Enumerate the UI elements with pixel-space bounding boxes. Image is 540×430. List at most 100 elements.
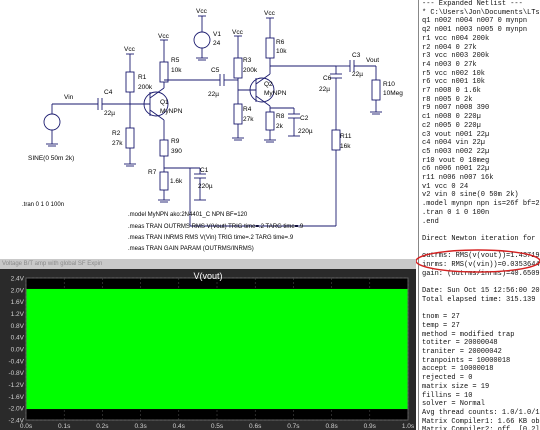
- x-tick-label: 0.0s: [20, 423, 33, 430]
- netlist-line: traniter = 20000042: [422, 348, 502, 357]
- netlist-line: q2 n001 n003 n005 0 mynpn: [422, 26, 528, 35]
- directive-tran[interactable]: .tran 0 1 0 100n: [22, 202, 64, 208]
- label-r10-value: 10Meg: [383, 90, 403, 97]
- label-r6: R6: [276, 39, 285, 46]
- label-r6-value: 10k: [276, 48, 287, 55]
- label-vcc-3: Vcc: [232, 29, 244, 36]
- label-c5-value: 22µ: [208, 91, 219, 98]
- label-r3-value: 200k: [243, 67, 258, 74]
- label-r10: R10: [383, 81, 395, 88]
- netlist-line: temp = 27: [422, 321, 460, 330]
- label-vcc-1: Vcc: [124, 46, 136, 53]
- directive-meas-gain[interactable]: .meas TRAN GAIN PARAM (OUTRMS/INRMS): [128, 246, 254, 252]
- label-c2-value: 220µ: [298, 128, 313, 135]
- netlist-line: [419, 305, 540, 314]
- netlist-line: [419, 278, 540, 287]
- netlist-line: --- Expanded Netlist ---: [422, 0, 523, 8]
- label-c6-value: 22µ: [319, 86, 330, 93]
- label-sine: SINE(0 50m 2k): [28, 155, 74, 162]
- label-r11-value: 16k: [340, 143, 351, 150]
- label-r3: R3: [243, 57, 252, 64]
- directive-model[interactable]: .model MyNPN ako:2N4401_C NPN BF=120: [128, 212, 248, 218]
- label-v1-value: 24: [213, 40, 221, 47]
- netlist-line: matrix size = 19: [422, 382, 490, 391]
- label-vcc-4: Vcc: [264, 10, 276, 17]
- netlist-line: outrms: RMS(v(vout))=1.43719 F: [422, 252, 540, 261]
- netlist-line: r5 vcc n002 10k: [422, 69, 486, 78]
- label-c3-value: 22µ: [352, 71, 363, 78]
- x-tick-label: 0.3s: [134, 423, 147, 430]
- label-q1: Q1: [160, 99, 169, 106]
- label-c2: C2: [300, 115, 309, 122]
- label-r1-value: 200k: [138, 84, 153, 91]
- netlist-line: accept = 10000018: [422, 365, 494, 374]
- netlist-line: r7 n008 0 1.6k: [422, 87, 481, 96]
- netlist-line: inrms: RMS(v(vin))=0.0353644 F: [422, 261, 540, 270]
- x-tick-label: 0.1s: [58, 423, 71, 430]
- x-tick-label: 0.5s: [211, 423, 224, 430]
- y-tick-label: -2.0V: [8, 406, 24, 413]
- netlist-line: Matrix Compiler2: off [0.2]/0: [419, 426, 540, 430]
- netlist-line: Direct Newton iteration for .o: [422, 234, 540, 243]
- label-c6: C6: [323, 75, 332, 82]
- netlist-line: v2 vin 0 sine(0 50m 2k): [422, 191, 519, 200]
- netlist-line: Date: Sun Oct 15 12:56:00 2023: [422, 287, 540, 296]
- netlist-line: Matrix Compiler1: 1.66 KB obje: [422, 417, 540, 426]
- label-r8: R8: [276, 113, 285, 120]
- waveform-window[interactable]: 2.4V 2.0V 1.6V 1.2V 0.8V 0.4V 0.0V -0.4V -0.8V -1…: [0, 259, 416, 430]
- directive-meas-outrms[interactable]: .meas TRAN OUTRMS RMS V(Vout) TRIG time=…: [128, 224, 304, 230]
- y-tick-label: -1.6V: [8, 394, 24, 401]
- label-c1: C1: [200, 167, 209, 174]
- trace-label-vout[interactable]: V(vout): [0, 271, 416, 281]
- label-q1-model: MyNPN: [160, 108, 183, 115]
- label-vcc-2: Vcc: [158, 33, 170, 40]
- netlist-line: c4 n004 vin 22µ: [422, 139, 486, 148]
- label-r11: R11: [340, 133, 352, 140]
- label-q2: Q2: [264, 81, 273, 88]
- directive-meas-inrms[interactable]: .meas TRAN INRMS RMS V(Vin) TRIG time=.2…: [128, 235, 294, 241]
- x-tick-label: 0.9s: [364, 423, 377, 430]
- label-vin: Vin: [64, 94, 74, 101]
- netlist-line: r3 vcc n003 200k: [422, 52, 490, 61]
- netlist-line: gain: (outrms/inrms)=40.6509: [422, 269, 540, 278]
- netlist-line: rejected = 0: [422, 374, 473, 383]
- waveform-window-title[interactable]: Voltage B/T amp with global SF Expin: [0, 259, 416, 269]
- netlist-line: .tran 0 1 0 100n: [422, 208, 490, 217]
- label-r8-value: 2k: [276, 123, 284, 130]
- label-c4: C4: [104, 89, 113, 96]
- y-tick-label: 0.0V: [11, 347, 25, 354]
- netlist-line: r6 vcc n001 10k: [422, 78, 486, 87]
- label-r5-value: 10k: [171, 67, 182, 74]
- netlist-line: r10 vout 0 10meg: [422, 156, 490, 165]
- netlist-line: * C:\Users\Jon\Documents\LTspi: [422, 8, 540, 17]
- label-r9-value: 390: [171, 148, 182, 155]
- netlist-line: [419, 226, 540, 235]
- y-tick-label: -0.8V: [8, 370, 24, 377]
- waveform-plot[interactable]: 2.4V2.0V1.6V1.2V0.8V0.4V0.0V-0.4V-0.8V-1…: [0, 259, 416, 430]
- netlist-line: r11 n006 n007 16k: [422, 174, 494, 183]
- netlist-line: tranpoints = 10000018: [422, 356, 511, 365]
- netlist-line: .model mynpn npn is=26f bf=205: [422, 200, 540, 209]
- y-tick-label: 1.2V: [11, 311, 25, 318]
- label-c1-value: 220µ: [198, 183, 213, 190]
- netlist-line: c5 n003 n002 22µ: [422, 147, 490, 156]
- netlist-line: r2 n004 0 27k: [422, 43, 477, 52]
- trace-vout-envelope[interactable]: [26, 288, 408, 410]
- netlist-line: Avg thread counts: 1.0/1.0/1.0: [422, 408, 540, 417]
- label-r7: R7: [148, 169, 157, 176]
- netlist-line: r9 n007 n008 390: [422, 104, 490, 113]
- netlist-log-panel[interactable]: --- Expanded Netlist --- * C:\Users\Jon\D…: [418, 0, 540, 430]
- label-c5: C5: [211, 67, 220, 74]
- y-tick-label: -0.4V: [8, 358, 24, 365]
- netlist-line: q1 n002 n004 n007 0 mynpn: [422, 17, 528, 26]
- netlist-line: fillins = 10: [422, 391, 473, 400]
- netlist-line: c3 vout n001 22µ: [422, 130, 490, 139]
- y-tick-label: -1.2V: [8, 382, 24, 389]
- label-r7-value: 1.6k: [170, 178, 183, 185]
- schematic-canvas[interactable]: Vcc Vcc Vcc Vcc Vcc V1 24 Vin SINE(0 50m…: [0, 0, 416, 258]
- netlist-line: r4 n003 0 27k: [422, 60, 477, 69]
- label-r5: R5: [171, 57, 180, 64]
- netlist-line: c2 n005 0 220µ: [422, 121, 481, 130]
- y-tick-label: 0.8V: [11, 323, 25, 330]
- y-tick-label: 1.6V: [11, 299, 25, 306]
